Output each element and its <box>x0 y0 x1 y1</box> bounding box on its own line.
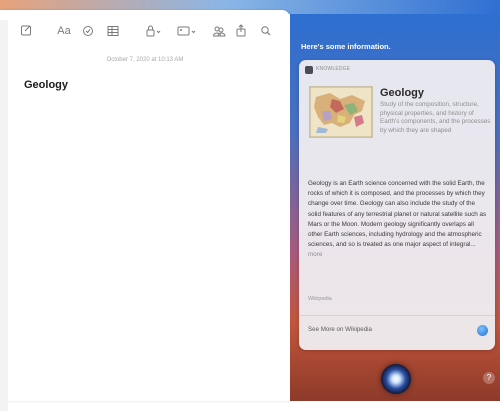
see-more-wikipedia-link[interactable]: See More on Wikipedia <box>308 326 372 333</box>
topic-summary: Geology is an Earth science concerned wi… <box>308 179 488 261</box>
compose-icon[interactable] <box>20 20 36 42</box>
help-icon[interactable]: ? <box>483 372 495 384</box>
note-date: October 7, 2020 at 10:13 AM <box>106 57 184 63</box>
checklist-icon[interactable] <box>82 20 96 42</box>
format-button[interactable]: Aa <box>56 20 72 42</box>
table-icon[interactable] <box>106 20 122 42</box>
geology-map-thumbnail[interactable] <box>309 86 373 138</box>
more-link[interactable]: more <box>308 251 322 258</box>
note-title[interactable]: Geology <box>24 79 68 91</box>
share-icon[interactable] <box>234 20 250 42</box>
summary-text: Geology is an Earth science concerned wi… <box>308 180 487 249</box>
knowledge-icon <box>305 66 313 74</box>
collaborate-icon[interactable] <box>212 20 228 42</box>
search-icon[interactable] <box>260 20 274 42</box>
topic-description: Study of the composition, structure, phy… <box>380 101 491 134</box>
notes-window: Aa October 7, 2020 at 10:13 AM Geology <box>0 10 290 411</box>
topic-title: Geology <box>380 87 425 99</box>
siri-orb-icon[interactable] <box>381 364 411 394</box>
card-divider <box>299 315 495 316</box>
knowledge-label: KNOWLEDGE <box>316 66 351 72</box>
knowledge-card[interactable]: KNOWLEDGE Geology Study of the compositi… <box>299 60 495 350</box>
sidebar-edge <box>0 20 8 411</box>
lock-icon[interactable] <box>144 20 164 42</box>
safari-icon[interactable] <box>477 325 488 336</box>
source-label: Wikipedia <box>308 296 332 302</box>
media-icon[interactable] <box>176 20 200 42</box>
siri-response-header: Here's some information. <box>301 42 391 51</box>
notes-toolbar: Aa <box>0 20 290 42</box>
